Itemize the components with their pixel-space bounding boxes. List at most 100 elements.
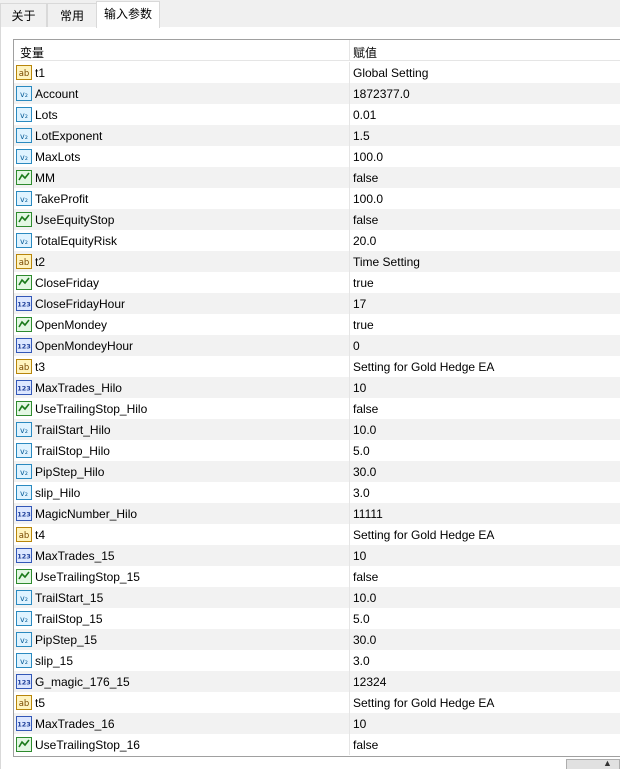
cell-divider bbox=[349, 209, 350, 230]
variable-value[interactable]: 10 bbox=[353, 549, 366, 563]
cell-divider bbox=[349, 608, 350, 629]
variable-value[interactable]: 0.01 bbox=[353, 108, 376, 122]
variable-name: slip_Hilo bbox=[35, 486, 81, 500]
variable-value[interactable]: 1872377.0 bbox=[353, 87, 410, 101]
table-row[interactable]: 123 MaxTrades_15 10 bbox=[14, 545, 620, 566]
variable-value[interactable]: 11111 bbox=[353, 507, 383, 521]
variable-value[interactable]: false bbox=[353, 738, 378, 752]
table-row[interactable]: ab t1 Global Setting bbox=[14, 62, 620, 83]
variable-value[interactable]: 10 bbox=[353, 381, 366, 395]
variable-value[interactable]: 12324 bbox=[353, 675, 386, 689]
table-row[interactable]: 123 G_magic_176_15 12324 bbox=[14, 671, 620, 692]
table-row[interactable]: v₂ TrailStart_15 10.0 bbox=[14, 587, 620, 608]
integer-type-icon: 123 bbox=[16, 296, 32, 311]
variable-value[interactable]: 5.0 bbox=[353, 612, 370, 626]
variable-value[interactable]: false bbox=[353, 402, 378, 416]
scroll-button[interactable]: ▲ bbox=[566, 758, 620, 769]
svg-text:123: 123 bbox=[17, 721, 31, 729]
table-row[interactable]: v₂ Account 1872377.0 bbox=[14, 83, 620, 104]
table-header: 变量 赋值 bbox=[14, 40, 620, 61]
cell-divider bbox=[349, 566, 350, 587]
tab-about[interactable]: 关于 bbox=[0, 3, 47, 27]
table-row[interactable]: v₂ slip_15 3.0 bbox=[14, 650, 620, 671]
variable-value[interactable]: Setting for Gold Hedge EA bbox=[353, 360, 494, 374]
table-row[interactable]: ab t4 Setting for Gold Hedge EA bbox=[14, 524, 620, 545]
variable-value[interactable]: 30.0 bbox=[353, 465, 376, 479]
cell-divider bbox=[349, 167, 350, 188]
tab-common[interactable]: 常用 bbox=[47, 3, 97, 27]
table-row[interactable]: 123 OpenMondeyHour 0 bbox=[14, 335, 620, 356]
variable-value[interactable]: 30.0 bbox=[353, 633, 376, 647]
table-row[interactable]: v₂ LotExponent 1.5 bbox=[14, 125, 620, 146]
cell-divider bbox=[349, 62, 350, 83]
variable-value[interactable]: 3.0 bbox=[353, 486, 370, 500]
table-row[interactable]: v₂ MaxLots 100.0 bbox=[14, 146, 620, 167]
variable-value[interactable]: 20.0 bbox=[353, 234, 376, 248]
string-type-icon: ab bbox=[16, 359, 32, 374]
variable-value[interactable]: 10.0 bbox=[353, 423, 376, 437]
table-row[interactable]: v₂ PipStep_15 30.0 bbox=[14, 629, 620, 650]
table-row[interactable]: 123 CloseFridayHour 17 bbox=[14, 293, 620, 314]
variable-value[interactable]: true bbox=[353, 276, 374, 290]
table-row[interactable]: CloseFriday true bbox=[14, 272, 620, 293]
variable-value[interactable]: 100.0 bbox=[353, 150, 383, 164]
double-type-icon: v₂ bbox=[16, 233, 32, 248]
table-row[interactable]: ab t2 Time Setting bbox=[14, 251, 620, 272]
table-row[interactable]: 123 MaxTrades_16 10 bbox=[14, 713, 620, 734]
variable-name: LotExponent bbox=[35, 129, 103, 143]
table-row[interactable]: v₂ TrailStop_15 5.0 bbox=[14, 608, 620, 629]
double-type-icon: v₂ bbox=[16, 443, 32, 458]
column-header-variable[interactable]: 变量 bbox=[20, 44, 44, 61]
table-row[interactable]: MM false bbox=[14, 167, 620, 188]
table-row[interactable]: v₂ TrailStop_Hilo 5.0 bbox=[14, 440, 620, 461]
cell-divider bbox=[349, 545, 350, 566]
table-row[interactable]: UseEquityStop false bbox=[14, 209, 620, 230]
variable-value[interactable]: 3.0 bbox=[353, 654, 370, 668]
tab-inputs[interactable]: 输入参数 bbox=[96, 1, 160, 28]
variable-name: MagicNumber_Hilo bbox=[35, 507, 138, 521]
table-row[interactable]: UseTrailingStop_Hilo false bbox=[14, 398, 620, 419]
variable-value[interactable]: 10 bbox=[353, 717, 366, 731]
variable-value[interactable]: 17 bbox=[353, 297, 366, 311]
cell-divider bbox=[349, 524, 350, 545]
bool-type-icon bbox=[16, 317, 32, 332]
table-row[interactable]: 123 MagicNumber_Hilo 11111 bbox=[14, 503, 620, 524]
variable-value[interactable]: Time Setting bbox=[353, 255, 420, 269]
table-row[interactable]: ab t5 Setting for Gold Hedge EA bbox=[14, 692, 620, 713]
cell-divider bbox=[349, 587, 350, 608]
double-type-icon: v₂ bbox=[16, 653, 32, 668]
table-row[interactable]: v₂ TotalEquityRisk 20.0 bbox=[14, 230, 620, 251]
variable-value[interactable]: Global Setting bbox=[353, 66, 428, 80]
table-row[interactable]: OpenMondey true bbox=[14, 314, 620, 335]
cell-divider bbox=[349, 104, 350, 125]
table-row[interactable]: v₂ TakeProfit 100.0 bbox=[14, 188, 620, 209]
variable-value[interactable]: 100.0 bbox=[353, 192, 383, 206]
table-body: ab t1 Global Setting v₂ Account 1872377.0 v₂ Lo… bbox=[14, 62, 620, 755]
table-row[interactable]: UseTrailingStop_15 false bbox=[14, 566, 620, 587]
table-row[interactable]: 123 MaxTrades_Hilo 10 bbox=[14, 377, 620, 398]
double-type-icon: v₂ bbox=[16, 86, 32, 101]
column-header-value[interactable]: 赋值 bbox=[353, 44, 377, 61]
svg-text:v₂: v₂ bbox=[20, 111, 28, 120]
table-row[interactable]: UseTrailingStop_16 false bbox=[14, 734, 620, 755]
table-row[interactable]: v₂ PipStep_Hilo 30.0 bbox=[14, 461, 620, 482]
variable-value[interactable]: false bbox=[353, 570, 378, 584]
column-divider[interactable] bbox=[349, 40, 350, 60]
variable-value[interactable]: false bbox=[353, 171, 378, 185]
variable-value[interactable]: 0 bbox=[353, 339, 360, 353]
string-type-icon: ab bbox=[16, 695, 32, 710]
variable-name: CloseFriday bbox=[35, 276, 100, 290]
table-row[interactable]: v₂ TrailStart_Hilo 10.0 bbox=[14, 419, 620, 440]
variable-value[interactable]: 10.0 bbox=[353, 591, 376, 605]
table-row[interactable]: ab t3 Setting for Gold Hedge EA bbox=[14, 356, 620, 377]
variable-value[interactable]: 1.5 bbox=[353, 129, 370, 143]
table-row[interactable]: v₂ slip_Hilo 3.0 bbox=[14, 482, 620, 503]
variable-value[interactable]: Setting for Gold Hedge EA bbox=[353, 528, 494, 542]
variable-value[interactable]: 5.0 bbox=[353, 444, 370, 458]
table-row[interactable]: v₂ Lots 0.01 bbox=[14, 104, 620, 125]
variable-value[interactable]: false bbox=[353, 213, 378, 227]
variable-value[interactable]: true bbox=[353, 318, 374, 332]
svg-text:ab: ab bbox=[19, 363, 30, 373]
variable-value[interactable]: Setting for Gold Hedge EA bbox=[353, 696, 494, 710]
svg-text:ab: ab bbox=[19, 531, 30, 541]
